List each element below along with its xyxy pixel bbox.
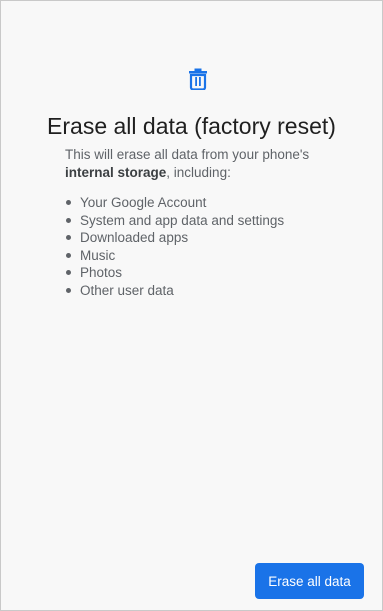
intro-text-end: , including: [166, 165, 231, 180]
intro-text-start: This will erase all data from your phone… [65, 147, 310, 162]
bullet-icon [66, 287, 71, 293]
bullet-icon [66, 235, 71, 240]
list-item-label: Downloaded apps [80, 230, 189, 245]
bullet-icon [66, 270, 71, 275]
bullet-icon [66, 200, 71, 205]
list-item-label: Your Google Account [80, 195, 207, 210]
list-item: System and app data and settings [65, 212, 284, 230]
intro-text-bold: internal storage [65, 165, 167, 180]
factory-reset-screen: Erase all data (factory reset) This will… [0, 0, 383, 611]
list-item-label: Photos [80, 265, 123, 280]
erased-data-list: Your Google Account System and app data … [65, 194, 284, 299]
list-item-label: Music [80, 247, 116, 263]
bullet-icon [66, 252, 71, 258]
list-item: Other user data [65, 282, 284, 300]
list-item-label: System and app data and settings [80, 212, 285, 228]
list-item: Music [65, 247, 284, 265]
list-item: Photos [65, 264, 284, 282]
erase-all-data-button[interactable]: Erase all data [255, 563, 364, 599]
list-item-label: Other user data [80, 282, 174, 298]
trash-icon [189, 68, 207, 90]
list-item: Downloaded apps [65, 229, 284, 247]
intro-text: This will erase all data from your phone… [65, 146, 365, 182]
list-item: Your Google Account [65, 194, 284, 212]
bullet-icon [66, 217, 71, 223]
page-title: Erase all data (factory reset) [47, 113, 336, 139]
